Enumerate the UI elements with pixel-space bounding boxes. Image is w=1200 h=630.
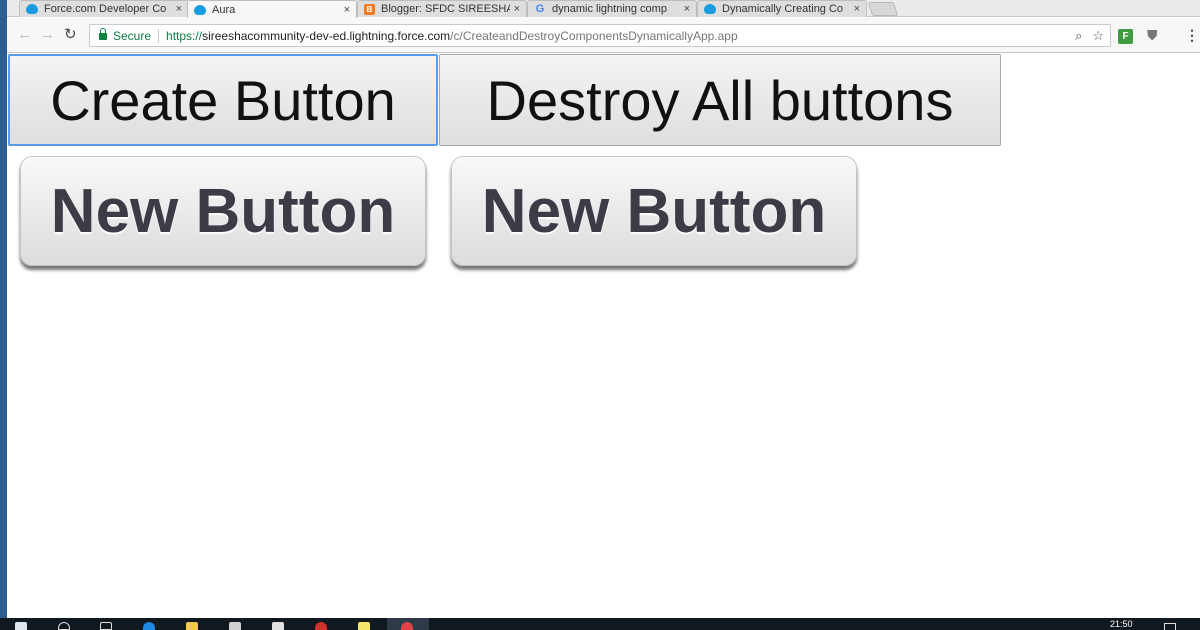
- chrome-icon[interactable]: [401, 622, 413, 630]
- new-tab-button[interactable]: [867, 2, 899, 16]
- blogger-icon: B: [364, 3, 375, 15]
- new-button[interactable]: New Button: [20, 156, 426, 266]
- extension-icon[interactable]: F: [1118, 29, 1133, 44]
- tab-force-developer[interactable]: Force.com Developer Co ×: [19, 0, 189, 17]
- tab-label: Dynamically Creating Co: [722, 3, 844, 15]
- tab-google-search[interactable]: G dynamic lightning comp ×: [527, 0, 697, 17]
- shield-icon[interactable]: ⛊: [1147, 27, 1158, 44]
- address-bar[interactable]: Secure https:// sireeshacommunity-dev-ed…: [89, 24, 1111, 47]
- destroy-all-buttons-button[interactable]: Destroy All buttons: [439, 54, 1001, 146]
- back-arrow-icon[interactable]: ←: [17, 27, 32, 43]
- tab-label: Blogger: SFDC SIREESHA: [381, 3, 510, 15]
- file-explorer-icon[interactable]: [186, 622, 198, 630]
- lock-icon: [99, 28, 107, 40]
- tab-dynamically-creating[interactable]: Dynamically Creating Co ×: [697, 0, 867, 17]
- salesforce-cloud-icon: [194, 4, 206, 15]
- salesforce-cloud-icon: [26, 4, 38, 14]
- notes-icon[interactable]: [358, 622, 370, 630]
- tab-label: Force.com Developer Co: [44, 3, 167, 15]
- salesforce-cloud-icon: [704, 4, 716, 14]
- create-button[interactable]: Create Button: [8, 54, 438, 146]
- close-icon[interactable]: ×: [514, 3, 520, 15]
- windows-taskbar: 21:50: [0, 618, 1200, 630]
- new-button[interactable]: New Button: [451, 156, 857, 266]
- url-scheme: https://: [166, 28, 203, 43]
- tab-blogger[interactable]: B Blogger: SFDC SIREESHA ×: [357, 0, 527, 17]
- clock[interactable]: 21:50: [1110, 619, 1133, 629]
- forward-arrow-icon[interactable]: →: [40, 27, 55, 43]
- close-icon[interactable]: ×: [344, 4, 350, 16]
- search-icon[interactable]: [58, 622, 70, 630]
- tab-label: Aura: [212, 3, 236, 16]
- reload-icon[interactable]: ↻: [64, 27, 77, 43]
- desktop-edge: [0, 0, 7, 618]
- url-host: sireeshacommunity-dev-ed.lightning.force…: [202, 28, 451, 43]
- action-center-icon[interactable]: [1164, 623, 1176, 630]
- windows-start-icon[interactable]: [15, 622, 27, 630]
- opera-icon[interactable]: [315, 622, 327, 630]
- edge-icon[interactable]: [143, 622, 155, 630]
- store-icon[interactable]: [229, 622, 241, 630]
- secure-label: Secure: [113, 28, 152, 43]
- zoom-icon[interactable]: ⌕: [1075, 28, 1082, 44]
- mail-icon[interactable]: [272, 622, 284, 630]
- close-icon[interactable]: ×: [176, 3, 182, 15]
- bookmark-star-icon[interactable]: ☆: [1092, 28, 1104, 44]
- close-icon[interactable]: ×: [854, 3, 860, 15]
- close-icon[interactable]: ×: [684, 3, 690, 15]
- google-icon: G: [535, 3, 545, 15]
- tab-strip: Force.com Developer Co × Aura × B Blogge…: [7, 0, 1200, 18]
- browser-menu-icon[interactable]: ⋮: [1185, 27, 1199, 44]
- url-path: /c/CreateandDestroyComponentsDynamically…: [450, 28, 738, 43]
- browser-toolbar: ← → ↻ Secure https:// sireeshacommunity-…: [7, 18, 1200, 53]
- tab-label: dynamic lightning comp: [552, 3, 667, 15]
- tab-aura[interactable]: Aura ×: [187, 0, 357, 18]
- task-view-icon[interactable]: [100, 622, 112, 630]
- divider: [158, 28, 160, 43]
- page-content: Create Button Destroy All buttons New Bu…: [7, 54, 1200, 618]
